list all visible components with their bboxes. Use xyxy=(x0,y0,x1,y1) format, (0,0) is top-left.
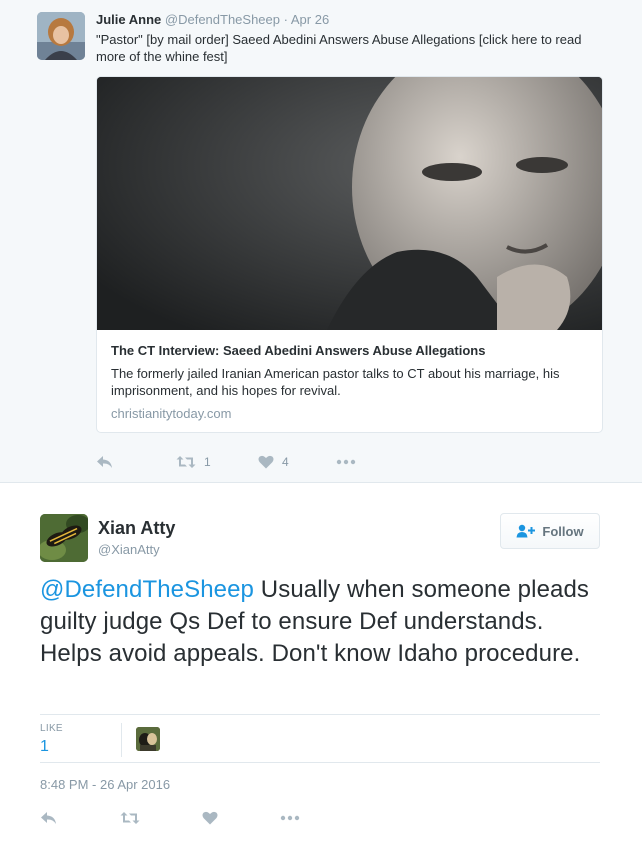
heart-icon xyxy=(202,811,218,825)
parent-tweet[interactable]: Julie Anne @DefendTheSheep · Apr 26 "Pas… xyxy=(0,0,642,483)
tweet-timestamp[interactable]: 8:48 PM - 26 Apr 2016 xyxy=(40,777,170,792)
parent-tweet-text: "Pastor" [by mail order] Saeed Abedini A… xyxy=(96,32,582,64)
main-author-avatar[interactable] xyxy=(40,514,88,562)
parent-retweet-count: 1 xyxy=(204,455,211,469)
header-separator: · xyxy=(283,12,288,27)
main-author-handle[interactable]: @XianAtty xyxy=(98,542,160,557)
likes-stat[interactable]: LIKE 1 xyxy=(40,723,122,757)
tweet-stats: LIKE 1 xyxy=(40,714,600,763)
card-title[interactable]: The CT Interview: Saeed Abedini Answers … xyxy=(111,343,485,358)
more-icon xyxy=(336,459,356,465)
main-tweet-text: @DefendTheSheep Usually when someone ple… xyxy=(40,574,600,670)
parent-reply-button[interactable] xyxy=(96,452,114,472)
retweet-icon xyxy=(120,812,140,824)
parent-author-handle[interactable]: @DefendTheSheep xyxy=(165,12,280,27)
more-icon xyxy=(280,815,300,821)
main-retweet-button[interactable] xyxy=(120,808,140,828)
main-more-button[interactable] xyxy=(280,808,300,828)
parent-retweet-button[interactable]: 1 xyxy=(176,452,211,472)
heart-icon xyxy=(258,455,274,469)
main-like-button[interactable] xyxy=(202,808,218,828)
add-user-icon xyxy=(516,524,536,538)
parent-like-button[interactable]: 4 xyxy=(258,452,289,472)
follow-button-label: Follow xyxy=(542,523,584,539)
link-card[interactable]: The CT Interview: Saeed Abedini Answers … xyxy=(96,76,603,433)
main-tweet: Xian Atty @XianAtty Follow @DefendTheShe… xyxy=(0,484,642,856)
parent-author-avatar[interactable] xyxy=(37,12,85,60)
main-reply-button[interactable] xyxy=(40,808,58,828)
parent-tweet-header: Julie Anne @DefendTheSheep · Apr 26 xyxy=(96,12,329,27)
likes-label: LIKE xyxy=(40,723,63,734)
tweet-permalink: Julie Anne @DefendTheSheep · Apr 26 "Pas… xyxy=(0,0,642,856)
parent-author-name[interactable]: Julie Anne xyxy=(96,12,161,27)
parent-tweet-date[interactable]: Apr 26 xyxy=(291,12,329,27)
card-domain[interactable]: christianitytoday.com xyxy=(111,406,231,421)
parent-more-button[interactable] xyxy=(336,452,356,472)
main-author-name[interactable]: Xian Atty xyxy=(98,518,175,539)
likes-count[interactable]: 1 xyxy=(40,738,121,756)
reply-icon xyxy=(41,812,56,824)
follow-button[interactable]: Follow xyxy=(500,513,600,549)
retweet-icon xyxy=(176,456,196,468)
liker-avatar[interactable] xyxy=(136,727,160,751)
parent-like-count: 4 xyxy=(282,455,289,469)
card-description: The formerly jailed Iranian American pas… xyxy=(111,366,560,398)
reply-icon xyxy=(97,456,112,468)
card-image[interactable] xyxy=(97,77,602,330)
mention-link[interactable]: @DefendTheSheep xyxy=(40,576,254,603)
